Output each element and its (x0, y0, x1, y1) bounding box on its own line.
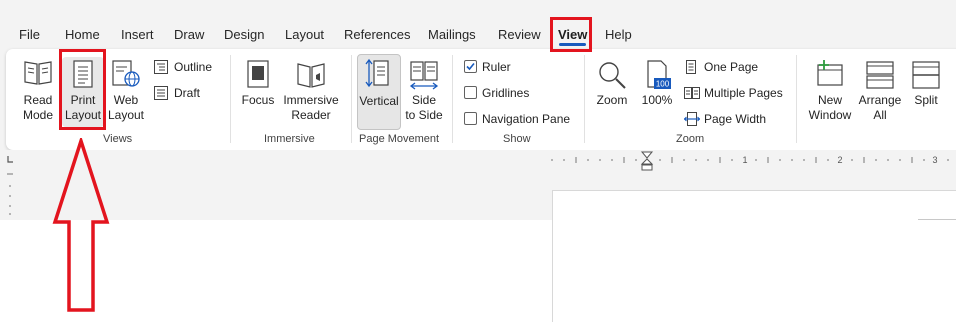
one-page-label: One Page (704, 60, 759, 74)
read-mode-button[interactable]: Read Mode (16, 57, 60, 127)
ribbon: Read Mode Print Layout Web Layout Outlin… (6, 49, 956, 150)
navigation-pane-label: Navigation Pane (482, 112, 571, 126)
menu-tabs: File Home Insert Draw Design Layout Refe… (0, 18, 956, 52)
tab-draw[interactable]: Draw (174, 18, 204, 52)
document-page[interactable] (552, 190, 956, 322)
ruler-check-box[interactable] (464, 60, 477, 73)
ruler-number: 2 (837, 155, 842, 165)
outline-icon (154, 60, 168, 74)
tab-mailings[interactable]: Mailings (428, 18, 476, 52)
new-window-icon (817, 60, 843, 86)
page-movement-group-label: Page Movement (359, 133, 440, 145)
checkmark-icon (466, 62, 475, 71)
group-separator (584, 55, 585, 143)
side-to-side-icon (409, 61, 439, 90)
ruler-number: 1 (742, 155, 747, 165)
multiple-pages-label: Multiple Pages (704, 86, 783, 100)
focus-label: Focus (241, 93, 275, 107)
zoom-button[interactable]: Zoom (592, 57, 632, 127)
zoom-100-label: 100% (641, 93, 673, 107)
tab-selector-icon[interactable] (7, 156, 13, 163)
tab-home[interactable]: Home (65, 18, 100, 52)
zoom-group-label: Zoom (676, 133, 705, 145)
zoom-label: Zoom (596, 93, 628, 107)
tab-insert[interactable]: Insert (121, 18, 154, 52)
outline-label: Outline (174, 60, 213, 74)
first-line-indent-marker[interactable] (640, 151, 654, 159)
group-separator (452, 55, 453, 143)
immersive-reader-label: Immersive Reader (283, 93, 339, 122)
side-to-side-label: Side to Side (405, 93, 443, 122)
group-separator (351, 55, 352, 143)
tab-layout[interactable]: Layout (285, 18, 324, 52)
web-layout-icon (112, 60, 140, 87)
gridlines-check-box[interactable] (464, 86, 477, 99)
ruler-checkbox[interactable]: Ruler (464, 57, 574, 77)
tab-review[interactable]: Review (498, 18, 541, 52)
web-layout-button[interactable]: Web Layout (105, 57, 147, 127)
gridlines-checkbox[interactable]: Gridlines (464, 83, 574, 103)
tab-design[interactable]: Design (224, 18, 264, 52)
read-mode-icon (24, 61, 52, 85)
vertical-label: Vertical (359, 94, 399, 108)
one-page-icon (686, 60, 696, 74)
navigation-pane-check-box[interactable] (464, 112, 477, 125)
focus-button[interactable]: Focus (240, 57, 276, 127)
tab-help[interactable]: Help (605, 18, 632, 52)
magnifier-icon (599, 62, 626, 89)
arrange-all-label: Arrange All (858, 93, 902, 122)
vertical-button[interactable]: Vertical (357, 54, 401, 130)
highlight-box-view-tab (550, 17, 592, 52)
split-label: Split (914, 93, 938, 107)
page-width-icon (684, 112, 700, 126)
vertical-scroll-icon (365, 58, 389, 88)
navigation-pane-checkbox[interactable]: Navigation Pane (464, 109, 584, 129)
web-layout-label: Web Layout (107, 93, 145, 122)
split-button[interactable]: Split (906, 57, 946, 127)
ruler-label: Ruler (482, 60, 511, 74)
gridlines-label: Gridlines (482, 86, 530, 100)
read-mode-label: Read Mode (22, 93, 54, 122)
show-group-label: Show (503, 133, 531, 145)
group-separator (796, 55, 797, 143)
split-icon (912, 61, 940, 89)
highlight-box-print-layout (59, 49, 106, 130)
hanging-indent-marker[interactable] (640, 158, 654, 165)
new-window-label: New Window (808, 93, 852, 122)
focus-icon (247, 60, 269, 88)
tab-references[interactable]: References (344, 18, 410, 52)
zoom-100-button[interactable]: 100 100% (637, 57, 677, 127)
group-separator (230, 55, 231, 143)
tab-file[interactable]: File (19, 18, 40, 52)
ruler-ticks (551, 157, 949, 163)
ruler-number: 3 (932, 155, 937, 165)
svg-text:100: 100 (656, 80, 670, 89)
page-width-label: Page Width (704, 112, 767, 126)
new-window-button[interactable]: New Window (806, 57, 854, 127)
zoom-100-icon: 100 (647, 60, 671, 89)
horizontal-ruler[interactable]: 1 2 3 (0, 150, 956, 180)
red-arrow-annotation (52, 138, 110, 312)
arrange-all-icon (866, 61, 894, 89)
page-margin-marker (918, 219, 956, 220)
vertical-ruler (7, 173, 13, 215)
draft-label: Draft (174, 86, 201, 100)
immersive-reader-button[interactable]: Immersive Reader (282, 57, 340, 127)
arrange-all-button[interactable]: Arrange All (856, 57, 904, 127)
immersive-reader-icon (297, 63, 325, 88)
immersive-group-label: Immersive (264, 133, 315, 145)
draft-icon (154, 86, 168, 100)
side-to-side-button[interactable]: Side to Side (404, 57, 444, 127)
multiple-pages-icon (684, 87, 700, 99)
left-indent-marker[interactable] (641, 164, 653, 171)
word-window: File Home Insert Draw Design Layout Refe… (0, 0, 956, 322)
